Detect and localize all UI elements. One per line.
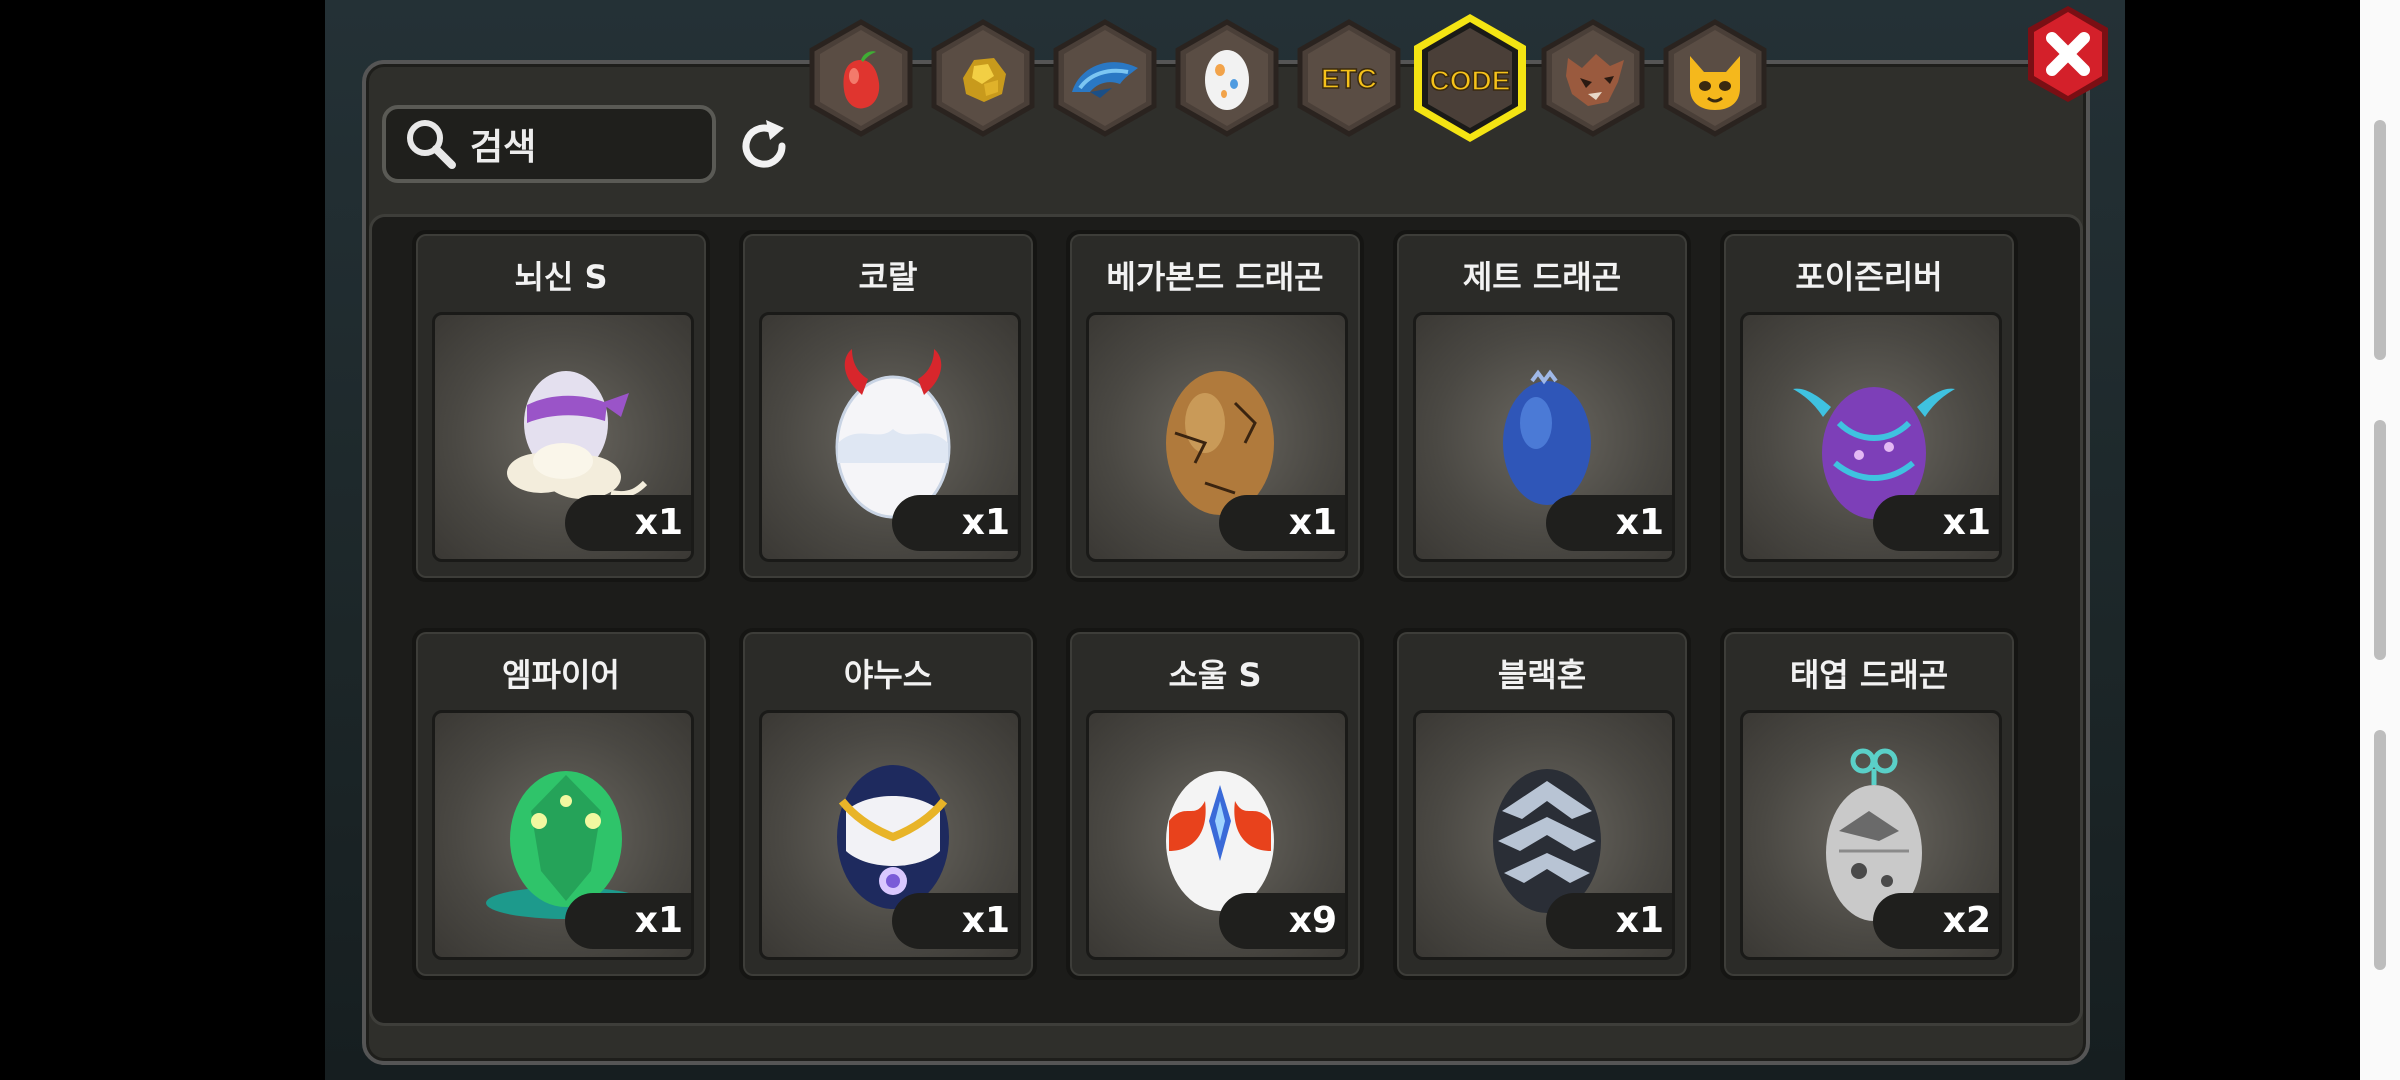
item-count: x1 bbox=[892, 495, 1018, 551]
item-card[interactable]: 코랄 x1 bbox=[739, 230, 1037, 582]
item-count: x1 bbox=[1219, 495, 1345, 551]
item-name: 코랄 bbox=[858, 258, 918, 296]
item-count: x9 bbox=[1219, 893, 1345, 949]
item-frame: x1 bbox=[1086, 312, 1348, 562]
search-input[interactable]: 검색 bbox=[382, 105, 716, 183]
item-card[interactable]: 뇌신 S x1 bbox=[412, 230, 710, 582]
item-name: 태엽 드래곤 bbox=[1789, 656, 1949, 694]
item-frame: x2 bbox=[1740, 710, 2002, 960]
item-count: x1 bbox=[565, 893, 691, 949]
item-card[interactable]: 블랙혼 x1 bbox=[1393, 628, 1691, 980]
tab-code-label: CODE bbox=[1430, 65, 1511, 96]
tab-fruit[interactable] bbox=[806, 18, 916, 138]
tab-pet[interactable] bbox=[1660, 18, 1770, 138]
item-count: x1 bbox=[1546, 893, 1672, 949]
item-card[interactable]: 포이즌리버 x1 bbox=[1720, 230, 2018, 582]
close-button[interactable] bbox=[2024, 4, 2112, 104]
item-name: 블랙혼 bbox=[1497, 656, 1587, 694]
item-card[interactable]: 소울 S x9 bbox=[1066, 628, 1364, 980]
tab-gold[interactable] bbox=[928, 18, 1038, 138]
tab-code[interactable]: CODE bbox=[1408, 10, 1532, 146]
item-frame: x1 bbox=[1740, 312, 2002, 562]
item-count: x1 bbox=[1873, 495, 1999, 551]
item-count: x1 bbox=[892, 893, 1018, 949]
item-name: 포이즌리버 bbox=[1795, 258, 1943, 296]
item-frame: x1 bbox=[759, 312, 1021, 562]
search-icon bbox=[407, 120, 456, 169]
item-frame: x1 bbox=[432, 710, 694, 960]
item-name: 베가본드 드래곤 bbox=[1106, 258, 1324, 296]
refresh-icon bbox=[742, 120, 786, 168]
item-card[interactable]: 엠파이어 x1 bbox=[412, 628, 710, 980]
tab-etc[interactable]: ETC bbox=[1294, 18, 1404, 138]
tab-dragon-scale[interactable] bbox=[1050, 18, 1160, 138]
item-name: 소울 S bbox=[1168, 656, 1262, 694]
item-name: 뇌신 S bbox=[514, 258, 608, 296]
refresh-button[interactable] bbox=[734, 116, 794, 176]
search-placeholder: 검색 bbox=[470, 127, 537, 168]
item-name: 야누스 bbox=[843, 656, 933, 694]
tab-etc-label: ETC bbox=[1321, 63, 1377, 94]
item-name: 제트 드래곤 bbox=[1462, 258, 1622, 296]
item-frame: x1 bbox=[759, 710, 1021, 960]
item-card[interactable]: 야누스 x1 bbox=[739, 628, 1037, 980]
tab-beast[interactable] bbox=[1538, 18, 1648, 138]
egg-icon bbox=[1205, 50, 1249, 110]
item-card[interactable]: 제트 드래곤 x1 bbox=[1393, 230, 1691, 582]
item-name: 엠파이어 bbox=[502, 656, 620, 694]
side-scrollbar[interactable] bbox=[2360, 0, 2400, 1080]
item-frame: x9 bbox=[1086, 710, 1348, 960]
item-count: x1 bbox=[1546, 495, 1672, 551]
item-count: x1 bbox=[565, 495, 691, 551]
item-card[interactable]: 베가본드 드래곤 x1 bbox=[1066, 230, 1364, 582]
item-frame: x1 bbox=[1413, 710, 1675, 960]
item-frame: x1 bbox=[432, 312, 694, 562]
tab-egg[interactable] bbox=[1172, 18, 1282, 138]
item-card[interactable]: 태엽 드래곤 x2 bbox=[1720, 628, 2018, 980]
item-count: x2 bbox=[1873, 893, 1999, 949]
item-frame: x1 bbox=[1413, 312, 1675, 562]
